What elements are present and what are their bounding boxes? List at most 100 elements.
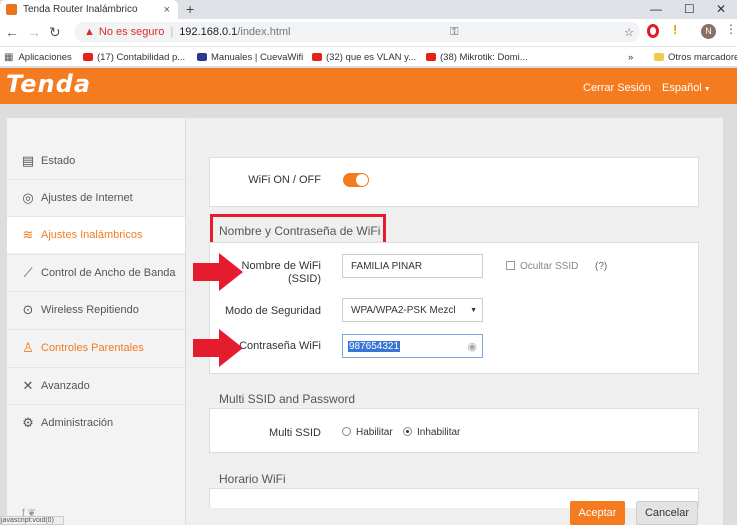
hide-ssid-option[interactable]: Ocultar SSID [506, 261, 578, 272]
forward-arrow-icon[interactable]: → [27, 22, 41, 42]
tools-icon: ✕ [22, 378, 34, 393]
tenda-logo: Tenda [6, 70, 92, 98]
window-close-icon[interactable]: ✕ [716, 0, 726, 18]
bookmark-item[interactable]: (17) Contabilidad p... [83, 47, 185, 67]
sidebar-item-label: Ajustes Inalámbricos [41, 229, 143, 241]
menu-kebab-icon[interactable]: ⋮ [725, 22, 737, 36]
new-tab-button[interactable]: + [186, 0, 194, 18]
password-input[interactable]: 987654321 ◉ [342, 334, 483, 358]
family-icon: ♙ [22, 340, 34, 355]
gear-icon: ⚙ [22, 415, 34, 430]
opera-extension-icon[interactable] [647, 24, 659, 38]
sidebar: ▤ Estado ◎ Ajustes de Internet ≋ Ajustes In… [7, 118, 185, 525]
multi-ssid-enable-option[interactable]: Habilitar [342, 427, 393, 438]
warning-icon: ▲ [84, 26, 95, 38]
security-mode-select[interactable]: WPA/WPA2-PSK Mezcl ▼ [342, 298, 483, 322]
sidebar-item-bandwidth[interactable]: ⟋ Control de Ancho de Banda [7, 254, 185, 291]
password-value: 987654321 [348, 340, 401, 352]
eye-icon[interactable]: ◉ [467, 340, 477, 353]
sidebar-item-label: Ajustes de Internet [41, 192, 133, 204]
enable-label: Habilitar [356, 427, 393, 438]
sidebar-item-label: Avanzado [41, 380, 90, 392]
status-chart-icon: ▤ [21, 152, 35, 168]
sidebar-item-label: Administración [41, 417, 114, 429]
security-mode-label: Modo de Seguridad [224, 305, 321, 317]
bookmark-label: (17) Contabilidad p... [97, 51, 186, 63]
sidebar-item-parental[interactable]: ♙ Controles Parentales [7, 329, 185, 366]
sidebar-item-internet[interactable]: ◎ Ajustes de Internet [7, 179, 185, 216]
sidebar-item-repeater[interactable]: ⊙ Wireless Repitiendo [7, 291, 185, 328]
accept-button[interactable]: Aceptar [570, 501, 625, 525]
cancel-button[interactable]: Cancelar [636, 501, 698, 525]
back-arrow-icon[interactable]: ← [5, 22, 19, 42]
maximize-icon[interactable]: ☐ [684, 0, 695, 18]
antenna-icon: ⊙ [22, 302, 34, 317]
ssid-input[interactable]: FAMILIA PINAR [342, 254, 483, 278]
security-mode-value: WPA/WPA2-PSK Mezcl [351, 304, 456, 316]
logout-link[interactable]: Cerrar Sesión [583, 82, 651, 94]
red-arrow-ssid [193, 253, 243, 291]
bookmark-item[interactable]: Manuales | CuevaWifi [197, 47, 303, 67]
sidebar-item-label: Control de Ancho de Banda [41, 267, 176, 279]
toggle-knob [356, 174, 368, 186]
ssid-value: FAMILIA PINAR [351, 260, 423, 272]
tab-title: Tenda Router Inalámbrico [23, 4, 138, 15]
youtube-icon [312, 53, 322, 61]
red-arrow-password [193, 329, 243, 367]
sidebar-item-label: Estado [41, 154, 76, 167]
bookmarks-bar: ▦ Aplicaciones (17) Contabilidad p... Ma… [0, 47, 737, 67]
disable-label: Inhabilitar [417, 427, 461, 438]
bookmark-item[interactable]: (32) que es VLAN y... [312, 47, 416, 67]
apps-grid-icon: ▦ [4, 51, 14, 63]
bookmark-apps[interactable]: ▦ Aplicaciones [4, 47, 72, 67]
browser-tab[interactable]: Tenda Router Inalámbrico × [0, 0, 178, 19]
multi-ssid-label: Multi SSID [269, 427, 321, 439]
wifi-icon: ≋ [22, 227, 34, 242]
wifi-toggle[interactable] [343, 173, 369, 187]
tenda-favicon-icon [6, 4, 17, 15]
sidebar-item-advanced[interactable]: ✕ Avanzado [7, 367, 185, 404]
sidebar-item-wireless[interactable]: ≋ Ajustes Inalámbricos [7, 216, 185, 253]
star-icon[interactable]: ☆ [624, 26, 634, 39]
cuevawifi-icon [197, 53, 207, 61]
security-status[interactable]: No es seguro [99, 26, 164, 38]
help-icon[interactable]: (?) [595, 261, 607, 272]
profile-avatar[interactable]: N [701, 24, 716, 39]
bookmarks-overflow[interactable]: » [628, 47, 633, 67]
url-path: /index.html [237, 26, 291, 38]
youtube-icon [83, 53, 93, 61]
bookmark-label: (38) Mikrotik: Domi... [440, 51, 528, 63]
omnibox-separator: | [170, 26, 174, 38]
bookmark-label: (32) que es VLAN y... [326, 51, 417, 63]
bookmark-label: Aplicaciones [18, 51, 72, 63]
reload-icon[interactable]: ↻ [49, 22, 61, 42]
content-area: WiFi ON / OFF Nombre y Contraseña de WiF… [186, 118, 723, 525]
other-bookmarks[interactable]: Otros marcadores [654, 47, 737, 67]
sidebar-item-label: Wireless Repitiendo [41, 304, 139, 316]
sidebar-item-label: Controles Parentales [41, 342, 144, 354]
sidebar-item-estado[interactable]: ▤ Estado [7, 142, 185, 179]
language-selector[interactable]: Español ▼ [662, 82, 711, 94]
language-label: Español [662, 82, 702, 94]
key-icon[interactable]: ⚿ [450, 26, 458, 39]
minimize-icon[interactable]: — [650, 0, 662, 18]
bandwidth-icon: ⟋ [23, 265, 33, 280]
status-bar: javascript:void(0) [0, 516, 64, 525]
sidebar-item-admin[interactable]: ⚙ Administración [7, 404, 185, 441]
multi-ssid-disable-option[interactable]: Inhabilitar [403, 427, 460, 438]
url-host: 192.168.0.1 [179, 26, 238, 38]
omnibox[interactable]: ▲ No es seguro | 192.168.0.1 /index.html… [74, 22, 640, 42]
select-caret-icon: ▼ [470, 306, 477, 314]
wifi-onoff-label: WiFi ON / OFF [248, 174, 321, 186]
enable-radio[interactable] [342, 427, 351, 436]
other-bookmarks-label: Otros marcadores [668, 51, 737, 63]
alert-extension-icon[interactable]: ! [673, 22, 677, 37]
schedule-section-title: Horario WiFi [219, 472, 286, 486]
hide-ssid-checkbox[interactable] [506, 261, 515, 270]
disable-radio[interactable] [403, 427, 412, 436]
bookmark-item[interactable]: (38) Mikrotik: Domi... [426, 47, 528, 67]
tab-close-icon[interactable]: × [164, 4, 170, 16]
wifi-name-section-title: Nombre y Contraseña de WiFi [219, 224, 381, 238]
globe-icon: ◎ [22, 190, 34, 205]
multi-ssid-section-title: Multi SSID and Password [219, 392, 356, 406]
